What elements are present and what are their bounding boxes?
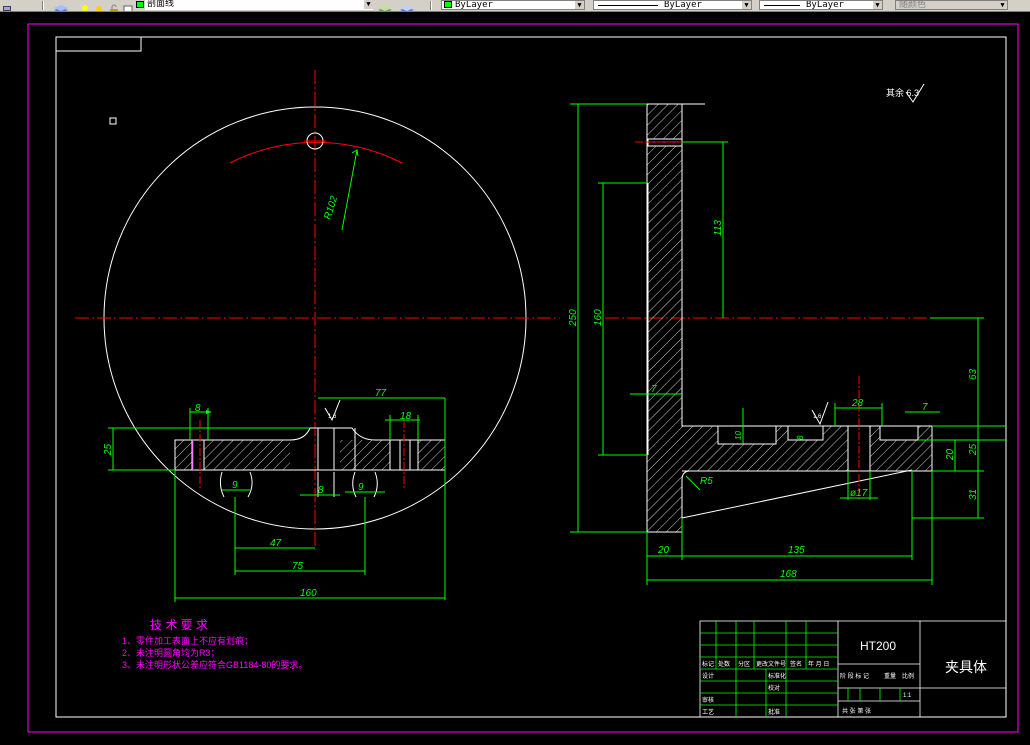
sheet-corner-tab: [56, 37, 142, 52]
dim-250: 250: [568, 309, 579, 327]
dim-160-bottom: 160: [300, 588, 317, 599]
tb-biaoji: 标记: [702, 660, 714, 668]
lineweight-value: ByLayer: [806, 0, 844, 10]
dim-25-left: 25: [103, 443, 114, 456]
roughness-note: 其余 6.3: [886, 87, 919, 98]
lineweight-control-dropdown[interactable]: ByLayer ▼: [759, 0, 883, 10]
dim-135: 135: [788, 545, 805, 556]
plotstyle-value: 随颜色: [899, 0, 927, 10]
tb-gengaiwenjian: 更改文件号: [756, 660, 786, 668]
dim-7-right: 7: [922, 402, 928, 413]
layer-name: 剖面线: [147, 0, 175, 9]
tb-pizhun: 批准: [768, 708, 780, 716]
dim-25-right: 25: [968, 443, 979, 456]
dim-168: 168: [780, 569, 797, 580]
top-view: R102 8 77 1.6 18 25 9 8 9 47 75 160: [75, 70, 560, 602]
bolt-circle-arc: [229, 141, 403, 164]
color-control-dropdown[interactable]: ByLayer ▼: [441, 0, 585, 10]
tech-req-title: 技 术 要 求: [150, 618, 208, 632]
dim-r102: R102: [322, 194, 340, 221]
color-value: ByLayer: [455, 0, 493, 10]
dim-75: 75: [292, 561, 304, 572]
technical-requirements: 技 术 要 求 1、零件加工表面上不应有划痕； 2、未注明圆角均为R3； 3、未…: [122, 618, 307, 670]
tb-scale-value: 1:1: [903, 693, 912, 699]
layer-on-bulb-icon: [80, 0, 90, 11]
tb-chushu: 处数: [718, 660, 730, 668]
section-view: 250 160 113 7 10 8 1.6 28 7 63 20 25 31 …: [568, 83, 1006, 585]
tech-req-item-3: 3、未注明形状公差应符合GB1184-80的要求。: [122, 659, 307, 670]
tb-fenqu: 分区: [738, 660, 750, 668]
dim-7-left: 7: [651, 384, 657, 395]
dim-8-top: 8: [195, 403, 201, 414]
dim-r5: R5: [700, 476, 713, 487]
dim-18: 18: [400, 411, 412, 422]
linetype-dropdown-arrow-icon[interactable]: ▼: [742, 1, 751, 9]
roughness-right: 1.6: [813, 414, 822, 420]
tb-jieduanbiaoji: 阶 段 标 记: [840, 672, 869, 680]
layer-previous-icon[interactable]: [398, 0, 416, 11]
title-material: HT200: [860, 639, 896, 653]
color-swatch: [444, 1, 452, 8]
cad-drawing: R102 8 77 1.6 18 25 9 8 9 47 75 160 250 …: [27, 23, 1019, 733]
drawing-canvas[interactable]: R102 8 77 1.6 18 25 9 8 9 47 75 160 250 …: [0, 11, 1030, 741]
dim-20-right: 20: [945, 448, 956, 461]
layer-plot-icon: [123, 0, 133, 11]
tb-qianming: 签名: [790, 660, 802, 668]
dim-9-b: 9: [358, 482, 364, 493]
tb-sheji: 设计: [702, 672, 714, 680]
dim-9-a: 9: [232, 480, 238, 491]
make-object-layer-current-icon[interactable]: [376, 0, 394, 11]
dim-phi17: ø17: [850, 488, 868, 499]
dim-47: 47: [270, 538, 282, 549]
dim-31: 31: [968, 489, 979, 500]
dim-28: 28: [851, 398, 864, 409]
tb-bili: 比例: [902, 672, 914, 680]
layers-manager-icon[interactable]: [52, 0, 70, 11]
title-part-name: 夹具体: [945, 659, 987, 675]
color-dropdown-arrow-icon[interactable]: ▼: [575, 1, 584, 9]
dim-77: 77: [375, 388, 387, 399]
dim-8-mid: 8: [318, 485, 324, 496]
layer-color-swatch: [136, 1, 144, 8]
linetype-value: ByLayer: [664, 0, 702, 10]
layer-unlock-icon: [108, 0, 120, 11]
dim-10: 10: [734, 431, 743, 440]
tb-shenhe: 审核: [702, 696, 714, 704]
tech-req-item-1: 1、零件加工表面上不应有划痕；: [122, 635, 253, 646]
tech-req-item-2: 2、未注明圆角均为R3；: [122, 647, 220, 658]
tb-gongzhang: 共 张 第 张: [842, 707, 871, 715]
dim-20-bottom: 20: [657, 545, 670, 556]
tb-jiaodui: 校对: [768, 684, 780, 692]
roughness-left: 1.6: [328, 414, 337, 420]
tb-zhongliang: 重量: [884, 672, 896, 680]
sheet-drawing-frame: [55, 36, 1007, 718]
layer-thaw-sun-icon: [93, 0, 105, 11]
plotstyle-control-dropdown[interactable]: 随颜色 ▼: [895, 0, 1008, 10]
layer-dropdown[interactable]: 剖面线 ▼: [145, 0, 373, 10]
linetype-control-dropdown[interactable]: ByLayer ▼: [593, 0, 752, 10]
tb-gongyi: 工艺: [702, 708, 714, 716]
layer-dropdown-arrow-icon[interactable]: ▼: [364, 0, 373, 9]
tb-biaozhunhua: 标准化: [768, 672, 786, 680]
vertical-plate-hatch: [647, 104, 682, 532]
dim-63: 63: [968, 368, 979, 380]
lineweight-dropdown-arrow-icon[interactable]: ▼: [873, 1, 882, 9]
linetype-preview-line: [598, 5, 658, 6]
plotstyle-dropdown-arrow-icon[interactable]: ▼: [998, 1, 1007, 9]
layer-state-icon[interactable]: [2, 0, 12, 11]
dim-113: 113: [713, 220, 724, 236]
tb-nianyueri: 年 月 日: [808, 660, 829, 668]
dim-8-small: 8: [796, 435, 805, 440]
ucs-marker: [109, 117, 117, 125]
lineweight-preview-line: [764, 5, 800, 6]
dim-160-vert: 160: [593, 309, 604, 326]
